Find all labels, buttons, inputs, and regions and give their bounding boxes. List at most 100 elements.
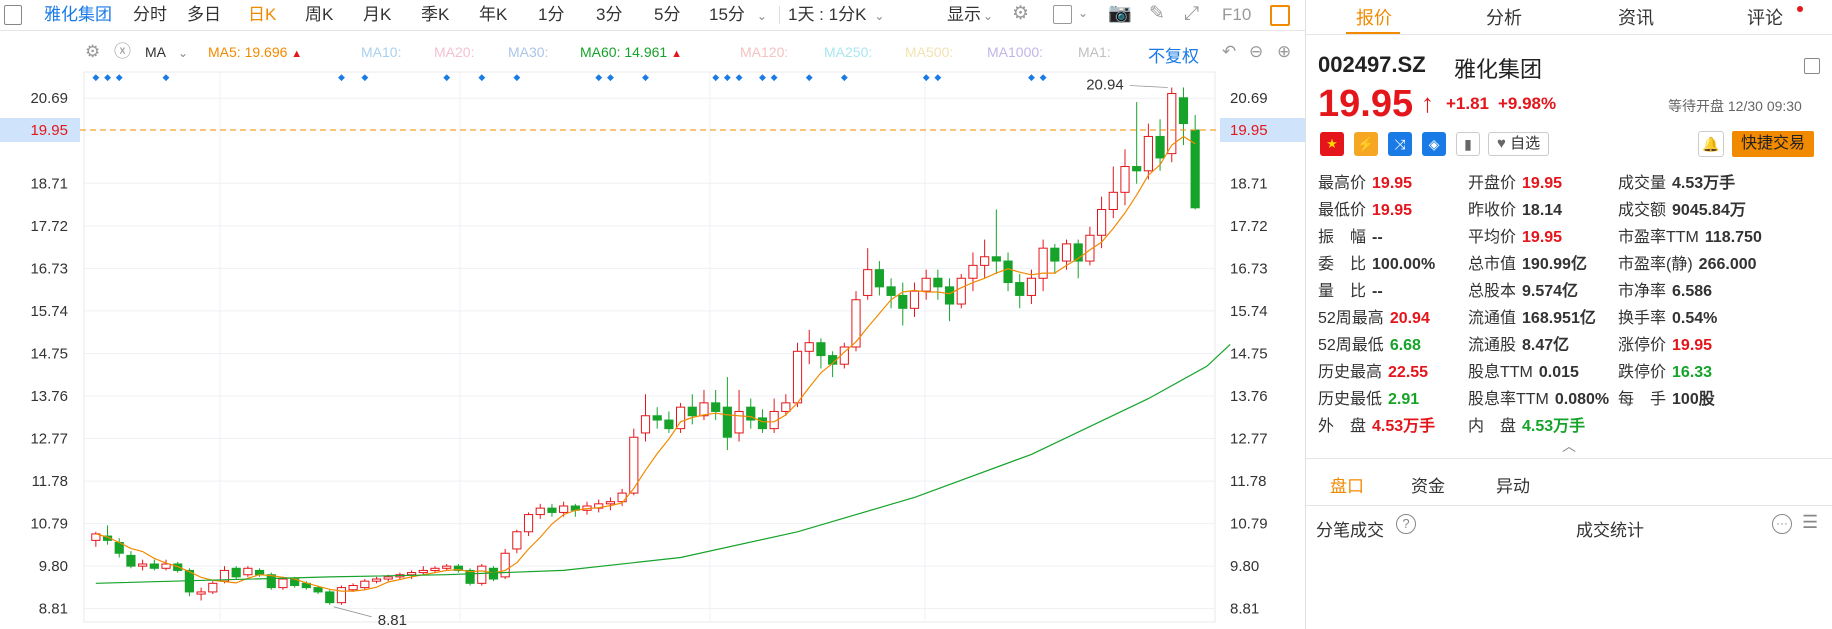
settings-icon[interactable]: ⚙	[1012, 4, 1029, 24]
quote-field: 历史最低 2.91	[1318, 390, 1419, 410]
list-icon[interactable]: ☰	[1802, 512, 1818, 533]
settings-icon[interactable]: ⚙	[85, 42, 100, 62]
period-tab-intraday[interactable]: 分时	[133, 5, 167, 25]
sidebar-toggle-icon[interactable]	[4, 5, 22, 25]
quote-field-value: 100.00%	[1372, 256, 1436, 273]
y-tick-label-right: 18.71	[1230, 175, 1268, 192]
tab-comments[interactable]: 评论	[1747, 4, 1783, 30]
tab-quote[interactable]: 报价	[1356, 4, 1392, 30]
candle-body	[1026, 277, 1037, 296]
period-tab-3min[interactable]: 3分	[596, 5, 622, 25]
candle-body	[570, 505, 580, 511]
notification-dot	[1797, 6, 1803, 12]
candle-body	[301, 582, 311, 589]
current-price-tag-right	[1220, 118, 1305, 143]
quote-field: 股息率TTM 0.080%	[1468, 390, 1609, 410]
bookmark-icon[interactable]: ▮	[1456, 132, 1480, 156]
y-tick-label-right: 10.79	[1230, 516, 1268, 533]
period-tab-1min[interactable]: 1分	[538, 5, 564, 25]
pencil-icon[interactable]: ✎	[1149, 4, 1165, 24]
help-icon[interactable]: ?	[1396, 514, 1416, 534]
camera-icon[interactable]: 📷	[1108, 4, 1132, 24]
trade-stats-label: 成交统计	[1576, 521, 1644, 540]
quote-field: 历史最高 22.55	[1318, 363, 1428, 383]
chevron-down-icon[interactable]: ⌄	[1078, 6, 1088, 20]
ma-selector[interactable]: MA ⌄	[145, 44, 188, 60]
quote-field-value: 19.95	[1522, 175, 1563, 192]
ma20-value: MA20:	[434, 44, 475, 60]
candle-body	[395, 574, 405, 578]
fullscreen-icon[interactable]: ⤢	[1184, 4, 1199, 24]
quote-field-label: 股息TTM	[1468, 364, 1533, 381]
candle-body	[149, 563, 159, 569]
candle-body	[559, 505, 569, 513]
period-tab-15min[interactable]: 15分 ⌄	[709, 5, 767, 26]
quote-field: 委 比 100.00%	[1318, 255, 1435, 275]
chart-toolbar: 雅化集团 分时 多日 日K 周K 月K 季K 年K 1分 3分 5分 15分 ⌄ …	[0, 0, 1305, 31]
candle-body	[126, 554, 136, 567]
f10-button[interactable]: F10	[1222, 5, 1251, 25]
stock-name-tab[interactable]: 雅化集团	[44, 5, 112, 25]
candles	[91, 87, 1200, 605]
subtab-orderbook[interactable]: 盘口	[1330, 472, 1364, 497]
candle-body	[1015, 282, 1025, 296]
candle-body	[652, 415, 662, 421]
candle-body	[898, 294, 908, 309]
period-tab-quarterly[interactable]: 季K	[421, 5, 449, 25]
subtab-movements[interactable]: 异动	[1496, 472, 1530, 497]
display-menu[interactable]: 显示 ⌄	[947, 5, 993, 26]
candle-body	[757, 417, 768, 430]
candle-body	[418, 569, 428, 574]
candle-body	[500, 552, 510, 578]
candlestick-chart[interactable]: ◆ ◆ ◆ ◆ ◆ ◆ ◆ ◆ ◆ ◆ ◆ ◆ ◆ ◆ ◆ ◆ ◆ ◆ ◆ ◆ ◆ ◆ ◆ 20.69 20.69 18.71 1…	[0, 0, 1305, 629]
quote-field-label: 涨停价	[1618, 337, 1667, 354]
panel-toggle-icon[interactable]	[1270, 5, 1290, 26]
period-tab-yearly[interactable]: 年K	[479, 5, 507, 25]
quote-field-value: 6.68	[1389, 337, 1421, 354]
candle-body	[687, 406, 697, 417]
quote-field: 市盈率(静) 266.000	[1618, 255, 1757, 275]
square-icon[interactable]	[1053, 5, 1072, 24]
quote-field-label: 市盈率TTM	[1618, 229, 1699, 246]
quote-field: 成交额 9045.84万	[1618, 201, 1746, 221]
high-price-label: 20.94	[1086, 76, 1124, 93]
candle-body	[781, 402, 791, 412]
period-tab-monthly[interactable]: 月K	[363, 5, 391, 25]
tab-news[interactable]: 资讯	[1618, 4, 1654, 30]
subtab-bar: 盘口 资金 异动	[1306, 458, 1832, 506]
subtab-funds[interactable]: 资金	[1411, 472, 1445, 497]
candle-body	[208, 582, 218, 593]
undo-icon[interactable]: ↶	[1222, 42, 1236, 62]
candle-body	[605, 501, 616, 505]
quote-field-value: 19.95	[1522, 229, 1563, 246]
zoom-out-icon[interactable]: ⊖	[1249, 42, 1263, 62]
y-tick-label-left: 15.74	[30, 303, 68, 320]
quick-trade-button[interactable]: 快捷交易	[1732, 131, 1814, 157]
more-icon[interactable]: ···	[1772, 514, 1792, 534]
quote-field-label: 成交量	[1618, 175, 1667, 192]
quote-field-label: 流通值	[1468, 310, 1517, 327]
candle-body	[933, 277, 943, 288]
candle-body	[711, 402, 721, 412]
alert-bell-icon[interactable]: 🔔	[1698, 131, 1724, 157]
layout-icon[interactable]	[1804, 58, 1820, 74]
period-tab-5min[interactable]: 5分	[654, 5, 680, 25]
period-tab-daily[interactable]: 日K	[248, 5, 276, 25]
adjust-button[interactable]: 不复权	[1148, 42, 1199, 67]
ma120-value: MA120:	[740, 44, 789, 60]
candle-body	[722, 406, 732, 438]
candle-body	[442, 565, 452, 569]
close-circle-icon[interactable]: ⓧ	[114, 42, 131, 62]
expand-chevron-icon[interactable]: ︿	[1562, 436, 1576, 456]
zoom-in-icon[interactable]: ⊕	[1277, 42, 1291, 62]
y-tick-label-left: 8.81	[39, 601, 68, 618]
tab-analysis[interactable]: 分析	[1486, 4, 1522, 30]
period-tab-multiday[interactable]: 多日	[187, 5, 221, 25]
candle-body	[477, 565, 487, 584]
watchlist-button[interactable]: ♥ 自选	[1488, 132, 1550, 156]
quote-field-value: 22.55	[1388, 364, 1429, 381]
range-selector[interactable]: 1天 : 1分K ⌄	[788, 5, 884, 26]
quote-field-value: 19.95	[1372, 202, 1413, 219]
period-tab-weekly[interactable]: 周K	[305, 5, 333, 25]
event-marker: ◆	[923, 72, 930, 82]
